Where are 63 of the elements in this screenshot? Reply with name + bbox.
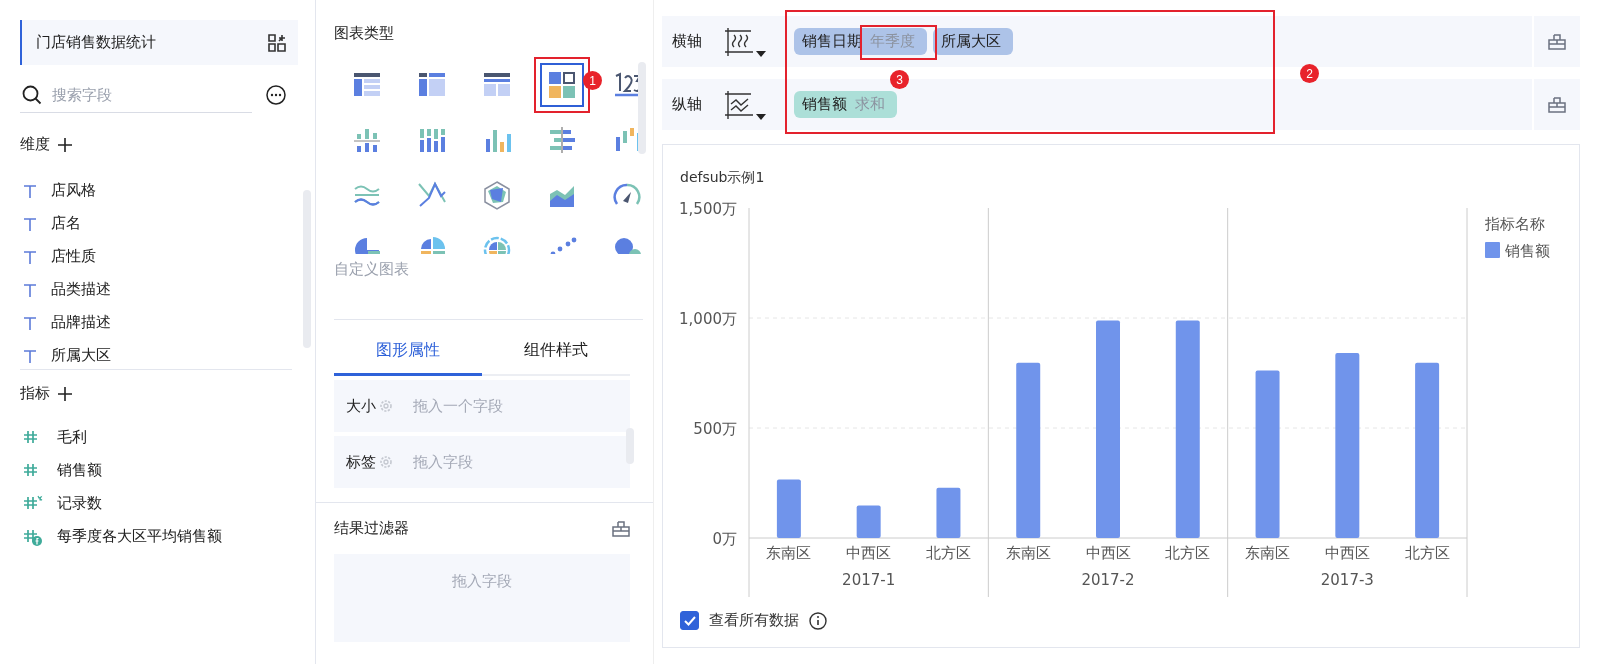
field-label: 品类描述 bbox=[51, 280, 111, 299]
property-drop-zone[interactable]: 标签 拖入字段 bbox=[334, 436, 630, 488]
panel-title: 结果过滤器 bbox=[334, 519, 409, 538]
axis-label: 横轴 bbox=[672, 32, 703, 51]
x-tick-label: 东南区 bbox=[1245, 544, 1291, 562]
field-label: 每季度各大区平均销售额 bbox=[57, 527, 222, 546]
field-label: 所属大区 bbox=[51, 346, 111, 365]
panel-title: 图表类型 bbox=[334, 24, 395, 43]
search-field[interactable]: 搜索字段 bbox=[50, 84, 230, 105]
legend-title: 指标名称 bbox=[1485, 215, 1545, 233]
field-label: 毛利 bbox=[57, 428, 87, 447]
x-tick-label: 中西区 bbox=[1324, 544, 1370, 562]
field-label: 店性质 bbox=[51, 247, 96, 266]
field-label: 店风格 bbox=[51, 181, 96, 200]
field-label: 店名 bbox=[51, 214, 81, 233]
x-tick-label: 东南区 bbox=[766, 544, 812, 562]
x-tick-label: 东南区 bbox=[1005, 544, 1051, 562]
x-group-label: 2017-3 bbox=[1320, 571, 1374, 589]
y-tick-label: 0万 bbox=[712, 530, 737, 548]
field-item[interactable]: 销售额 bbox=[20, 454, 315, 487]
drop-hint: 拖入字段 bbox=[452, 572, 512, 592]
x-group-label: 2017-2 bbox=[1081, 571, 1135, 589]
pill-label: 销售额 bbox=[802, 95, 847, 114]
field-pill[interactable]: 所属大区 bbox=[933, 28, 1013, 55]
pill-label: 所属大区 bbox=[941, 32, 1001, 51]
field-item[interactable]: 品类描述 bbox=[20, 273, 292, 306]
property-label: 标签 bbox=[346, 452, 376, 472]
field-label: 品牌描述 bbox=[51, 313, 111, 332]
field-item[interactable]: 店性质 bbox=[20, 240, 292, 273]
pill-aggregation: 求和 bbox=[855, 95, 885, 114]
dataset-title[interactable]: 门店销售数据统计 bbox=[20, 20, 298, 65]
section-title: 维度 bbox=[20, 135, 50, 154]
chart-title: defsub示例1 bbox=[680, 169, 766, 187]
axis-label: 纵轴 bbox=[672, 95, 703, 114]
x-group-label: 2017-1 bbox=[842, 571, 896, 589]
field-item[interactable]: 毛利 bbox=[20, 421, 315, 454]
x-tick-label: 北方区 bbox=[1165, 544, 1211, 562]
drop-hint: 拖入一个字段 bbox=[413, 396, 503, 416]
y-tick-label: 1,000万 bbox=[679, 310, 737, 328]
field-item[interactable]: 每季度各大区平均销售额 bbox=[20, 520, 315, 553]
x-tick-label: 北方区 bbox=[925, 544, 971, 562]
y-tick-label: 1,500万 bbox=[679, 200, 737, 218]
y-tick-label: 500万 bbox=[693, 420, 737, 438]
dataset-name: 门店销售数据统计 bbox=[36, 33, 156, 52]
field-item[interactable]: 店风格 bbox=[20, 174, 292, 207]
field-item[interactable]: 品牌描述 bbox=[20, 306, 292, 339]
tab[interactable]: 组件样式 bbox=[482, 328, 630, 376]
property-drop-zone[interactable]: 大小 拖入一个字段 bbox=[334, 380, 630, 432]
section-title: 指标 bbox=[20, 384, 50, 403]
field-label: 销售额 bbox=[57, 461, 102, 480]
x-tick-label: 北方区 bbox=[1404, 544, 1450, 562]
field-item[interactable]: 记录数 bbox=[20, 487, 315, 520]
field-item[interactable]: 所属大区 bbox=[20, 339, 292, 369]
drop-hint: 拖入字段 bbox=[413, 452, 473, 472]
x-tick-label: 中西区 bbox=[1085, 544, 1131, 562]
field-pill[interactable]: 销售额 求和 bbox=[794, 91, 897, 118]
field-label: 记录数 bbox=[57, 494, 102, 513]
property-label: 大小 bbox=[346, 396, 376, 416]
tab[interactable]: 图形属性 bbox=[334, 328, 482, 376]
checkbox-label: 查看所有数据 bbox=[709, 611, 799, 630]
field-item[interactable]: 店名 bbox=[20, 207, 292, 240]
x-tick-label: 中西区 bbox=[846, 544, 892, 562]
legend-label: 销售额 bbox=[1505, 242, 1550, 260]
